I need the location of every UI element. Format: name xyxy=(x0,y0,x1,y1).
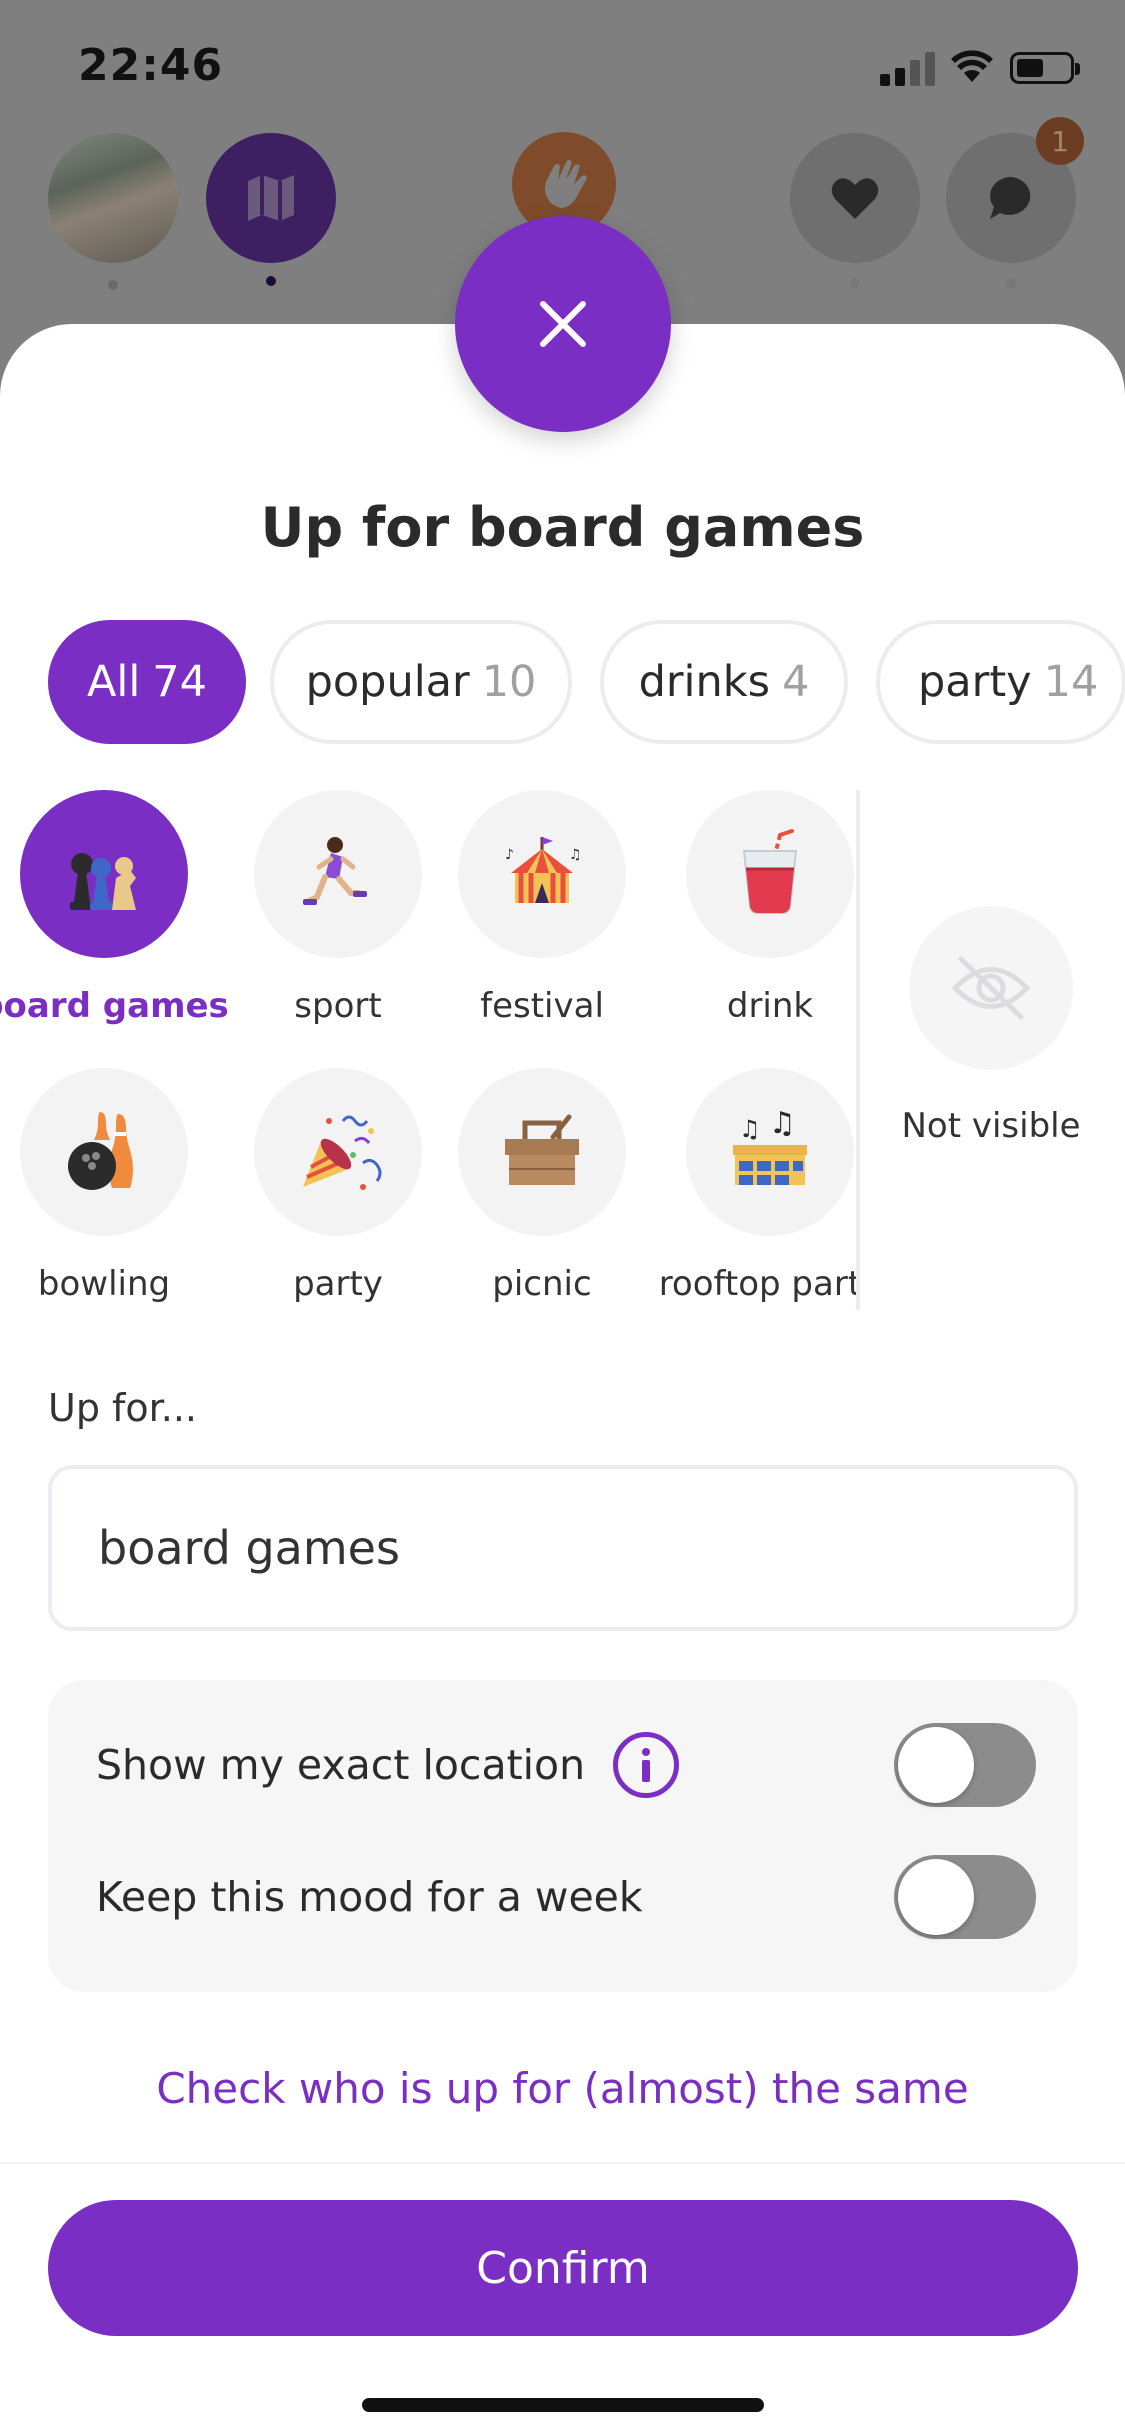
chip-label: party xyxy=(918,657,1032,707)
chip-label: All xyxy=(86,657,141,707)
divider xyxy=(0,2162,1125,2164)
notification-badge: 1 xyxy=(1036,117,1084,165)
chip-party[interactable]: party 14 xyxy=(876,620,1125,744)
picnic-basket-icon xyxy=(458,1068,626,1236)
chip-count: 10 xyxy=(481,657,537,707)
chip-count: 14 xyxy=(1043,657,1099,707)
chip-drinks[interactable]: drinks 4 xyxy=(600,620,848,744)
chip-label: popular xyxy=(305,657,470,707)
close-icon xyxy=(540,301,586,347)
setting-label: Show my exact location xyxy=(96,1741,586,1789)
close-button[interactable] xyxy=(455,216,671,432)
chip-count: 4 xyxy=(782,657,810,707)
info-icon[interactable] xyxy=(613,1732,680,1798)
tile-label: rooftop party xyxy=(658,1264,858,1304)
map-tab-button[interactable] xyxy=(206,133,336,263)
likes-tab-button[interactable] xyxy=(790,133,920,263)
sheet-title: Up for board games xyxy=(260,496,865,559)
drink-glass-icon xyxy=(686,790,854,958)
waving-hand-icon xyxy=(544,160,587,208)
svg-text:♪: ♪ xyxy=(505,847,514,863)
chat-bubble-icon xyxy=(990,177,1031,219)
tile-label: drink xyxy=(726,986,814,1026)
rooftop-party-icon: ♫ ♫ xyxy=(686,1068,854,1236)
avatar[interactable] xyxy=(48,133,178,263)
chip-label: drinks xyxy=(638,657,771,707)
keep-mood-toggle[interactable] xyxy=(894,1855,1036,1939)
heart-icon xyxy=(831,178,879,219)
check-similar-link[interactable]: Check who is up for (almost) the same xyxy=(0,2064,1125,2113)
runner-icon xyxy=(254,790,422,958)
up-for-label: Up for... xyxy=(48,1386,198,1430)
eye-off-icon xyxy=(909,906,1073,1070)
chip-popular[interactable]: popular 10 xyxy=(270,620,572,744)
board-games-icon xyxy=(20,790,188,958)
status-bar: 22:46 xyxy=(0,0,1125,130)
battery-icon xyxy=(1010,52,1080,84)
not-visible-label: Not visible xyxy=(901,1106,1081,1146)
svg-text:♫: ♫ xyxy=(739,1115,761,1143)
home-indicator xyxy=(362,2398,764,2412)
setting-row-exact-location: Show my exact location xyxy=(96,1720,1036,1810)
setting-label: Keep this mood for a week xyxy=(96,1873,643,1921)
status-time: 22:46 xyxy=(78,40,224,91)
party-popper-icon xyxy=(254,1068,422,1236)
category-chips: All 74 popular 10 drinks 4 party 14 xyxy=(48,620,1125,744)
chip-all[interactable]: All 74 xyxy=(48,620,246,744)
confirm-button[interactable]: Confirm xyxy=(48,2200,1078,2336)
grid-divider xyxy=(856,790,860,1310)
exact-location-toggle[interactable] xyxy=(894,1723,1036,1807)
up-for-input[interactable]: board games xyxy=(48,1465,1078,1631)
tile-rooftop-party[interactable]: ♫ ♫ rooftop party xyxy=(659,1068,858,1310)
cellular-signal-icon xyxy=(880,50,936,86)
tile-drink[interactable]: drink xyxy=(660,790,858,1066)
wifi-icon xyxy=(951,50,993,82)
bowling-icon xyxy=(20,1068,188,1236)
svg-text:♫: ♫ xyxy=(569,847,582,863)
settings-card: Show my exact location Keep this mood fo… xyxy=(48,1680,1078,1992)
chip-count: 74 xyxy=(152,657,208,707)
circus-tent-icon: ♪ ♫ xyxy=(458,790,626,958)
setting-row-keep-mood: Keep this mood for a week xyxy=(96,1852,1036,1942)
activity-grid: board games sport ♪ ♫ festival drink bow… xyxy=(0,790,858,1310)
svg-text:♫: ♫ xyxy=(769,1107,796,1141)
map-icon xyxy=(248,175,294,221)
not-visible-option[interactable]: Not visible xyxy=(901,906,1081,1206)
